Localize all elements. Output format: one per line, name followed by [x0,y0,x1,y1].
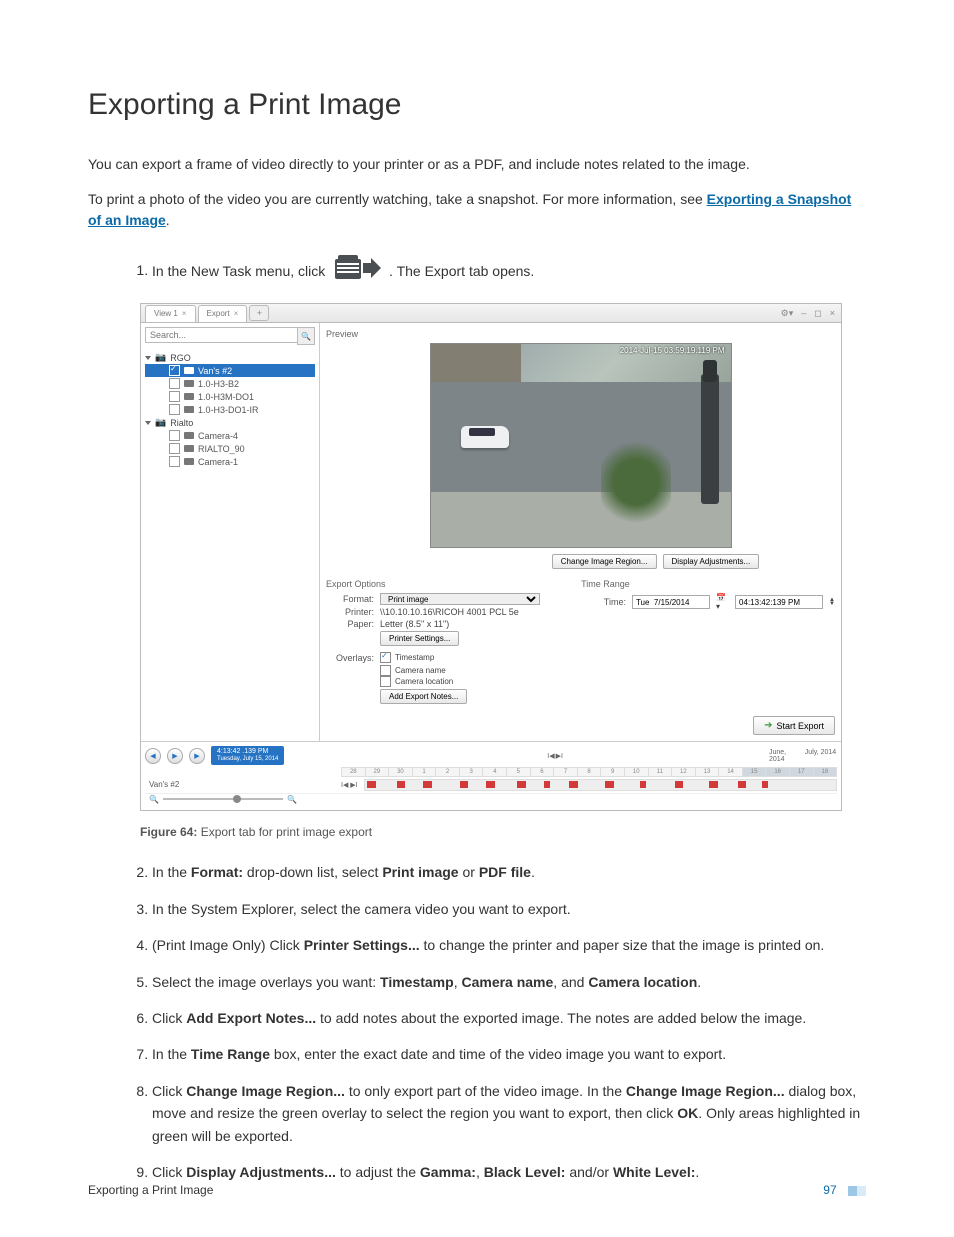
time-label: Time: [581,597,626,607]
window-minimize[interactable]: – [801,308,806,319]
page-footer: Exporting a Print Image 97 [88,1183,866,1197]
step-3: In the System Explorer, select the camer… [152,898,866,920]
intro-paragraph-1: You can export a frame of video directly… [88,154,866,175]
tree-camera[interactable]: RIALTO_90 [145,442,315,455]
format-select[interactable]: Print image [380,593,540,605]
timeline-play-button[interactable]: ▶ [167,748,183,764]
step-9: Click Display Adjustments... to adjust t… [152,1161,866,1183]
system-explorer: 🔍 📷RGO Van's #2 1.0-H3-B2 1.0-H3M-DO1 1.… [141,323,320,741]
tab-view1[interactable]: View 1 × [145,305,196,322]
app-window: View 1 × Export × + ⚙▾ – ◻ × [140,303,842,811]
timeline-prev-button[interactable]: ◀ [145,748,161,764]
zoom-out-icon[interactable]: 🔍 [149,795,159,804]
calendar-icon[interactable]: 📅▾ [716,593,729,611]
page-title: Exporting a Print Image [88,88,866,122]
step-8: Click Change Image Region... to only exp… [152,1080,866,1147]
steps-list-cont: In the Format: drop-down list, select Pr… [88,861,866,1183]
time-range-label: Time Range [581,579,835,589]
step-7: In the Time Range box, enter the exact d… [152,1043,866,1065]
printer-label: Printer: [326,607,374,617]
overlay-timestamp-checkbox[interactable]: Timestamp [380,652,434,663]
timeline-next-button[interactable]: ▶ [189,748,205,764]
step-4: (Print Image Only) Click Printer Setting… [152,934,866,956]
overlay-camera-name-checkbox[interactable]: Camera name [380,665,557,676]
preview-image: 2014-Jul-15 03:59:19.119 PM [430,343,732,548]
close-icon[interactable]: × [234,309,239,318]
tab-bar: View 1 × Export × + ⚙▾ – ◻ × [141,304,841,323]
export-icon [333,253,381,289]
tree-camera[interactable]: Camera-1 [145,455,315,468]
start-export-button[interactable]: ➔ Start Export [753,716,835,735]
tree-camera[interactable]: 1.0-H3M-DO1 [145,390,315,403]
time-time-input[interactable] [735,595,823,609]
tree-site[interactable]: 📷Rialto [145,416,315,429]
figure-caption: Figure 64: Export tab for print image ex… [140,825,866,839]
timeline: ◀ ▶ ▶ 4:13:42 .139 PM Tuesday, July 15, … [141,741,841,810]
window-maximize[interactable]: ◻ [814,308,821,319]
tab-add-button[interactable]: + [249,305,269,321]
window-close[interactable]: × [830,308,835,319]
step-2: In the Format: drop-down list, select Pr… [152,861,866,883]
step-5: Select the image overlays you want: Time… [152,971,866,993]
search-icon[interactable]: 🔍 [297,327,315,345]
steps-list: In the New Task menu, click . The Export… [88,253,866,289]
intro2-text: To print a photo of the video you are cu… [88,191,707,207]
tree-camera[interactable]: 1.0-H3-DO1-IR [145,403,315,416]
search-input[interactable] [145,327,297,343]
gear-icon[interactable]: ⚙▾ [781,308,794,319]
step-1: In the New Task menu, click . The Export… [152,253,866,289]
time-stepper[interactable]: ▲▼ [829,598,835,606]
paper-label: Paper: [326,619,374,629]
page-number: 97 [823,1183,836,1197]
timeline-scale[interactable]: 282930123456789101112131415161718 [341,767,837,777]
time-date-input[interactable] [632,595,710,609]
footer-title: Exporting a Print Image [88,1183,213,1197]
tree-camera[interactable]: 1.0-H3-B2 [145,377,315,390]
timeline-month-label: July, 2014 [804,749,837,763]
footer-decoration [848,1186,866,1196]
timeline-camera-label: Van's #2 [145,780,335,789]
tab-export[interactable]: Export × [198,305,248,322]
zoom-in-icon[interactable]: 🔍 [287,795,297,804]
tree-site[interactable]: 📷RGO [145,351,315,364]
timeline-event-band[interactable] [364,779,837,791]
printer-settings-button[interactable]: Printer Settings... [380,631,459,646]
export-options-label: Export Options [326,579,557,589]
timeline-month-label: June, 2014 [769,749,802,763]
printer-value: \\10.10.10.16\RICOH 4001 PCL 5e [380,607,519,617]
paper-value: Letter (8.5" x 11") [380,619,449,629]
step-6: Click Add Export Notes... to add notes a… [152,1007,866,1029]
format-label: Format: [326,594,374,604]
camera-tree: 📷RGO Van's #2 1.0-H3-B2 1.0-H3M-DO1 1.0-… [141,349,319,470]
preview-timestamp: 2014-Jul-15 03:59:19.119 PM [620,346,725,355]
intro-paragraph-2: To print a photo of the video you are cu… [88,189,866,231]
close-icon[interactable]: × [182,309,187,318]
preview-label: Preview [326,329,835,339]
arrow-right-icon: ➔ [764,720,772,731]
timeline-skip-start[interactable]: I◀▶I [547,752,563,760]
tree-camera-selected[interactable]: Van's #2 [145,364,315,377]
timeline-skip[interactable]: I◀ ▶I [341,781,358,789]
overlays-label: Overlays: [326,653,374,663]
display-adjustments-button[interactable]: Display Adjustments... [663,554,760,569]
timeline-clock: 4:13:42 .139 PM Tuesday, July 15, 2014 [211,746,284,764]
zoom-slider[interactable] [163,798,283,800]
tree-camera[interactable]: Camera-4 [145,429,315,442]
change-image-region-button[interactable]: Change Image Region... [552,554,657,569]
overlay-camera-location-checkbox[interactable]: Camera location [380,676,557,687]
add-export-notes-button[interactable]: Add Export Notes... [380,689,467,704]
